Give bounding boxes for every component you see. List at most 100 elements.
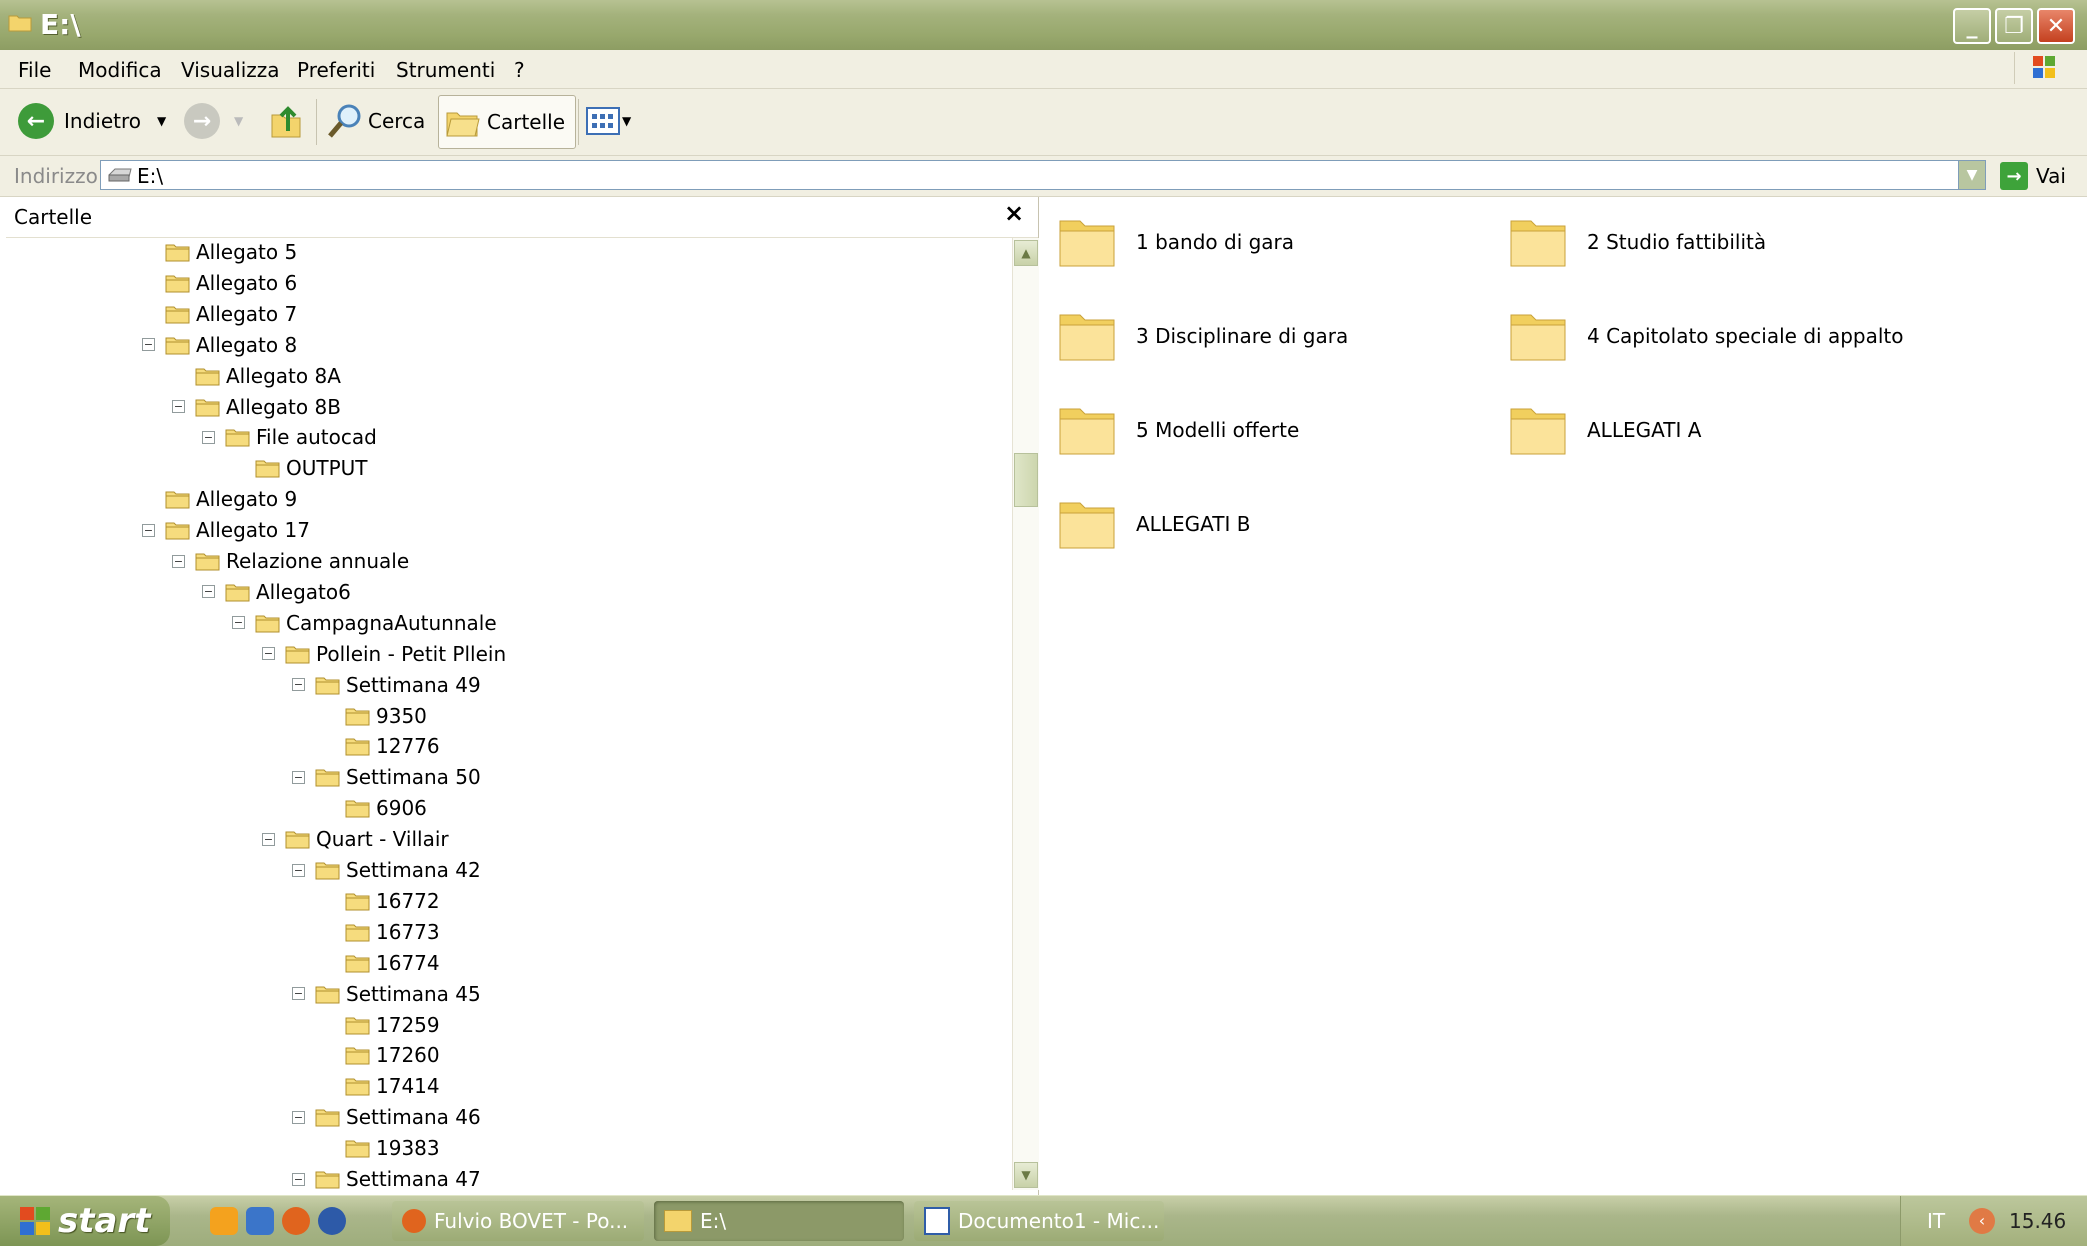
collapse-icon[interactable]: − xyxy=(232,616,245,630)
address-dropdown-icon[interactable]: ▼ xyxy=(1958,160,1986,190)
scroll-down-icon[interactable]: ▼ xyxy=(1014,1162,1038,1188)
back-button[interactable]: ← Indietro ▼ xyxy=(18,95,166,147)
tree-item[interactable]: 17260 xyxy=(345,1041,440,1069)
folder-tile[interactable]: 3 Disciplinare di gara xyxy=(1056,305,1348,367)
forward-dropdown-icon: ▼ xyxy=(234,114,244,128)
address-input[interactable]: E:\ xyxy=(100,160,1960,190)
search-icon xyxy=(328,104,361,138)
tree-item[interactable]: 12776 xyxy=(345,732,440,760)
tree-item[interactable]: − Allegato 8 xyxy=(142,331,297,359)
menu-strumenti[interactable]: Strumenti xyxy=(396,58,495,82)
tree-item[interactable]: − Settimana 49 xyxy=(292,671,481,699)
tree-item[interactable]: − Settimana 50 xyxy=(292,763,481,791)
word-icon xyxy=(924,1207,950,1235)
quicklaunch-firefox-icon[interactable] xyxy=(282,1207,310,1235)
tree-item[interactable]: 6906 xyxy=(345,794,427,822)
tree-item[interactable]: − CampagnaAutunnale xyxy=(232,609,497,637)
language-indicator[interactable]: IT xyxy=(1927,1209,1945,1233)
menu-preferiti[interactable]: Preferiti xyxy=(297,58,375,82)
start-button[interactable]: start xyxy=(0,1196,170,1246)
close-button[interactable]: ✕ xyxy=(2037,8,2075,44)
views-button[interactable]: ▼ xyxy=(586,95,631,147)
menu-help[interactable]: ? xyxy=(514,58,525,82)
collapse-icon[interactable]: − xyxy=(292,1172,305,1186)
tree-item[interactable]: Allegato 5 xyxy=(165,238,297,266)
scroll-up-icon[interactable]: ▲ xyxy=(1014,240,1038,266)
collapse-icon[interactable]: − xyxy=(292,770,305,784)
collapse-icon[interactable]: − xyxy=(142,523,155,537)
tree-item[interactable]: Allegato 9 xyxy=(165,485,297,513)
collapse-icon[interactable]: − xyxy=(202,430,215,444)
task-button-word[interactable]: Documento1 - Mic... xyxy=(914,1201,1164,1241)
folder-tile[interactable]: 5 Modelli offerte xyxy=(1056,399,1299,461)
close-pane-icon[interactable]: × xyxy=(1004,199,1024,227)
tree-item[interactable]: − Settimana 45 xyxy=(292,980,481,1008)
quicklaunch-mediaplayer-icon[interactable] xyxy=(318,1207,346,1235)
folder-icon xyxy=(165,335,196,355)
menu-file[interactable]: File xyxy=(18,58,51,82)
tree-item[interactable]: OUTPUT xyxy=(255,454,368,482)
collapse-icon[interactable]: − xyxy=(292,863,305,877)
tree-item-label: Allegato 8 xyxy=(196,332,298,357)
collapse-icon[interactable]: − xyxy=(262,832,275,846)
folder-tile[interactable]: ALLEGATI B xyxy=(1056,493,1250,555)
title-bar[interactable]: E:\ _ ❐ ✕ xyxy=(0,0,2087,51)
folder-tile[interactable]: 1 bando di gara xyxy=(1056,211,1294,273)
tree-item[interactable]: − Allegato 8B xyxy=(172,393,341,421)
up-folder-button[interactable] xyxy=(268,95,304,147)
tree-item[interactable]: − Allegato6 xyxy=(202,578,351,606)
tree-item[interactable]: − Pollein - Petit Pllein xyxy=(262,640,506,668)
folders-toggle-button[interactable]: Cartelle xyxy=(438,95,577,149)
folder-icon xyxy=(195,551,226,571)
collapse-icon[interactable]: − xyxy=(292,1110,305,1124)
forward-button[interactable]: → ▼ xyxy=(184,95,243,147)
tree-item[interactable]: − Quart - Villair xyxy=(262,825,449,853)
tree-item[interactable]: − File autocad xyxy=(202,423,377,451)
quicklaunch-ie-icon[interactable] xyxy=(246,1207,274,1235)
tree-item[interactable]: − Allegato 17 xyxy=(142,516,310,544)
scroll-thumb[interactable] xyxy=(1014,453,1038,507)
tree-item[interactable]: 17259 xyxy=(345,1011,440,1039)
collapse-icon[interactable]: − xyxy=(172,554,185,568)
folders-pane: Cartelle × Allegato 5 Allegato 6 Allegato … xyxy=(6,197,1039,1195)
tree-item[interactable]: 17414 xyxy=(345,1072,440,1100)
tree-item[interactable]: 16774 xyxy=(345,949,440,977)
restore-button[interactable]: ❐ xyxy=(1995,8,2033,44)
tree-item[interactable]: − Settimana 42 xyxy=(292,856,481,884)
folder-tile[interactable]: 2 Studio fattibilità xyxy=(1507,211,1766,273)
collapse-icon[interactable]: − xyxy=(292,678,305,692)
drive-icon xyxy=(108,168,132,182)
collapse-icon[interactable]: − xyxy=(292,987,305,1001)
tree-item[interactable]: − Settimana 47 xyxy=(292,1165,481,1193)
tree-item[interactable]: 16773 xyxy=(345,918,440,946)
tree-item[interactable]: − Settimana 46 xyxy=(292,1103,481,1131)
tree-item[interactable]: − Relazione annuale xyxy=(172,547,409,575)
show-hidden-icons-icon[interactable]: ‹ xyxy=(1969,1208,1995,1234)
tree-scrollbar[interactable]: ▲ ▼ xyxy=(1012,238,1039,1190)
folder-tile[interactable]: 4 Capitolato speciale di appalto xyxy=(1507,305,1903,367)
task-button-explorer[interactable]: E:\ xyxy=(654,1201,904,1241)
collapse-icon[interactable]: − xyxy=(142,338,155,352)
minimize-button[interactable]: _ xyxy=(1953,8,1991,44)
tree-item[interactable]: 16772 xyxy=(345,887,440,915)
menu-modifica[interactable]: Modifica xyxy=(78,58,162,82)
tree-item-label: OUTPUT xyxy=(286,456,368,481)
back-dropdown-icon[interactable]: ▼ xyxy=(157,114,166,128)
tree-item-label: 19383 xyxy=(376,1136,440,1161)
tree-item[interactable]: 19383 xyxy=(345,1134,440,1162)
go-button[interactable]: → Vai xyxy=(2000,162,2066,190)
task-button-firefox[interactable]: Fulvio BOVET - Po... xyxy=(392,1201,644,1241)
search-button[interactable]: Cerca xyxy=(326,95,425,147)
quicklaunch-icon[interactable] xyxy=(210,1207,238,1235)
menu-visualizza[interactable]: Visualizza xyxy=(181,58,280,82)
tree-item[interactable]: Allegato 8A xyxy=(195,362,341,390)
back-label: Indietro xyxy=(64,109,141,133)
collapse-icon[interactable]: − xyxy=(202,585,215,599)
folder-tile[interactable]: ALLEGATI A xyxy=(1507,399,1701,461)
collapse-icon[interactable]: − xyxy=(262,647,275,661)
tree-item[interactable]: 9350 xyxy=(345,702,427,730)
tree-item[interactable]: Allegato 7 xyxy=(165,300,297,328)
tree-item[interactable]: Allegato 6 xyxy=(165,269,297,297)
folder-icon xyxy=(195,397,226,417)
collapse-icon[interactable]: − xyxy=(172,400,185,413)
